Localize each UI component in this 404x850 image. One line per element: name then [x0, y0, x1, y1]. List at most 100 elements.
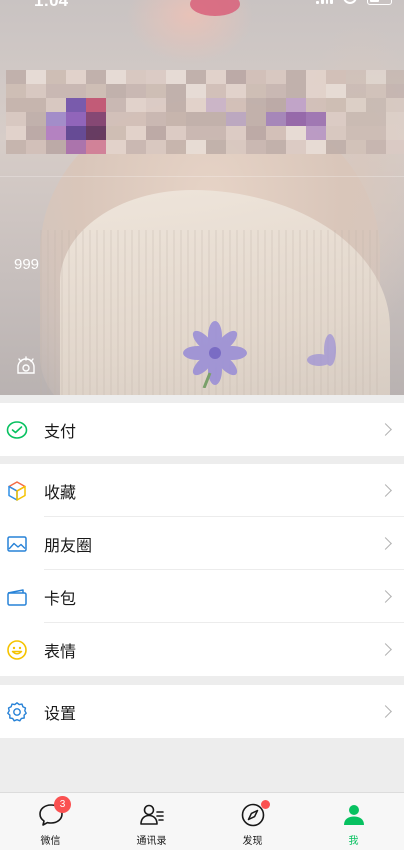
- mosaic-cell: [26, 140, 46, 154]
- mosaic-cell: [386, 70, 404, 84]
- mosaic-cell: [126, 84, 146, 98]
- mosaic-cell: [126, 112, 146, 126]
- mosaic-cell: [126, 126, 146, 140]
- tab-me[interactable]: 我: [303, 793, 404, 850]
- mosaic-cell: [246, 126, 266, 140]
- mosaic-cell: [26, 98, 46, 112]
- mosaic-cell: [366, 84, 386, 98]
- mosaic-cell: [46, 140, 66, 154]
- mosaic-cell: [386, 98, 404, 112]
- status-icons: [316, 0, 392, 5]
- menu-item-moments[interactable]: 朋友圈: [0, 517, 404, 570]
- mosaic-cell: [246, 98, 266, 112]
- unread-badge: 3: [54, 796, 71, 813]
- menu-item-favorites-label: 收藏: [44, 482, 77, 502]
- pixelated-mosaic: [6, 70, 404, 156]
- mosaic-cell: [366, 112, 386, 126]
- mosaic-cell: [386, 126, 404, 140]
- mosaic-cell: [366, 126, 386, 140]
- mosaic-cell: [306, 126, 326, 140]
- cover-divider: [0, 176, 404, 177]
- mosaic-cell: [286, 140, 306, 154]
- status-time: 1:04: [34, 0, 69, 10]
- mosaic-cell: [126, 140, 146, 154]
- card-wallet-icon: [6, 586, 28, 608]
- mosaic-cell: [106, 126, 126, 140]
- mosaic-cell: [86, 70, 106, 84]
- mosaic-cell: [346, 98, 366, 112]
- mosaic-cell: [346, 70, 366, 84]
- menu-item-cards[interactable]: 卡包: [0, 570, 404, 623]
- photo-icon: [6, 533, 28, 555]
- tab-chats[interactable]: 微信 3: [0, 793, 101, 850]
- mosaic-cell: [326, 112, 346, 126]
- tab-contacts[interactable]: 通讯录: [101, 793, 202, 850]
- mosaic-cell: [346, 126, 366, 140]
- mosaic-cell: [86, 140, 106, 154]
- mosaic-cell: [286, 112, 306, 126]
- mosaic-cell: [226, 84, 246, 98]
- menu-item-stickers[interactable]: 表情: [0, 623, 404, 676]
- menu-item-settings[interactable]: 设置: [0, 685, 404, 738]
- chevron-right-icon: [379, 537, 392, 550]
- mosaic-cell: [246, 70, 266, 84]
- battery-icon: [367, 0, 392, 5]
- mosaic-cell: [186, 84, 206, 98]
- mosaic-cell: [206, 112, 226, 126]
- mosaic-cell: [206, 98, 226, 112]
- mosaic-cell: [366, 140, 386, 154]
- mosaic-cell: [166, 126, 186, 140]
- mosaic-cell: [206, 126, 226, 140]
- mosaic-cell: [266, 70, 286, 84]
- mosaic-cell: [86, 98, 106, 112]
- mosaic-cell: [166, 84, 186, 98]
- mosaic-cell: [166, 140, 186, 154]
- mosaic-cell: [46, 70, 66, 84]
- mosaic-cell: [6, 126, 26, 140]
- mosaic-cell: [6, 140, 26, 154]
- mosaic-cell: [106, 98, 126, 112]
- gear-icon: [6, 701, 28, 723]
- mosaic-cell: [86, 126, 106, 140]
- mosaic-cell: [326, 98, 346, 112]
- mosaic-cell: [366, 70, 386, 84]
- mosaic-cell: [106, 112, 126, 126]
- menu-item-pay[interactable]: 支付: [0, 403, 404, 456]
- mosaic-cell: [386, 140, 404, 154]
- menu-item-stickers-label: 表情: [44, 641, 77, 661]
- mosaic-cell: [146, 70, 166, 84]
- mosaic-cell: [186, 70, 206, 84]
- tab-discover[interactable]: 发现: [202, 793, 303, 850]
- mosaic-cell: [326, 84, 346, 98]
- camera-status-icon[interactable]: [15, 355, 37, 377]
- mosaic-cell: [266, 84, 286, 98]
- mosaic-cell: [66, 70, 86, 84]
- cover-photo-lips: [190, 0, 240, 16]
- menu-item-favorites[interactable]: 收藏: [0, 464, 404, 517]
- signal-icon: [316, 0, 333, 4]
- mosaic-cell: [66, 84, 86, 98]
- mosaic-cell: [86, 84, 106, 98]
- mosaic-cell: [46, 98, 66, 112]
- menu-item-pay-label: 支付: [44, 421, 77, 441]
- mosaic-cell: [166, 70, 186, 84]
- mosaic-cell: [66, 140, 86, 154]
- mosaic-cell: [226, 70, 246, 84]
- mosaic-cell: [6, 98, 26, 112]
- mosaic-cell: [226, 112, 246, 126]
- mosaic-cell: [66, 112, 86, 126]
- mosaic-cell: [26, 126, 46, 140]
- mosaic-cell: [6, 84, 26, 98]
- profile-header-cover[interactable]: 1:04 999: [0, 0, 404, 395]
- mosaic-cell: [26, 84, 46, 98]
- person-icon: [341, 802, 367, 828]
- flower-decoration-partial: [307, 334, 336, 366]
- mosaic-cell: [246, 140, 266, 154]
- mosaic-cell: [186, 98, 206, 112]
- mosaic-cell: [46, 112, 66, 126]
- mosaic-cell: [266, 98, 286, 112]
- mosaic-cell: [266, 112, 286, 126]
- mosaic-cell: [246, 84, 266, 98]
- tab-contacts-label: 通讯录: [136, 836, 167, 847]
- mosaic-cell: [206, 70, 226, 84]
